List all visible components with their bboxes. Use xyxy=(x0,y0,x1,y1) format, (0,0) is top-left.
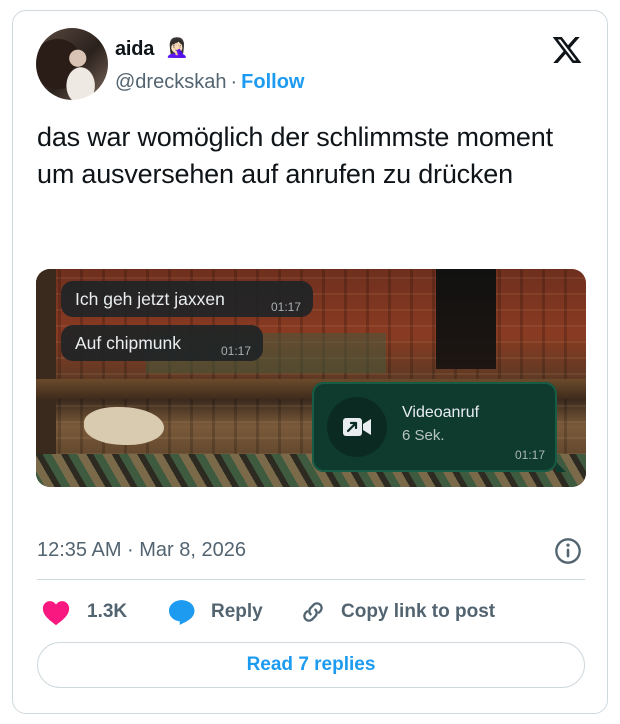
read-replies-button[interactable]: Read 7 replies xyxy=(37,642,585,688)
call-time: 01:17 xyxy=(514,448,545,462)
like-count: 1.3K xyxy=(87,601,128,622)
chat-message-text: Auf chipmunk xyxy=(75,333,182,353)
tweet-text: das war womöglich der schlimmste moment … xyxy=(37,122,553,189)
chat-message-time: 01:17 xyxy=(220,344,251,358)
x-logo-icon[interactable] xyxy=(550,34,584,66)
chat-message-bubble: Ich geh jetzt jaxxen 01:17 xyxy=(61,281,313,317)
background-door xyxy=(436,269,496,369)
video-call-bubble: Videoanruf 6 Sek. 01:17 xyxy=(312,382,566,472)
avatar[interactable] xyxy=(36,28,108,100)
chat-message-text: Ich geh jetzt jaxxen xyxy=(75,289,225,309)
chat-message-time: 01:17 xyxy=(270,300,301,314)
separator-dot: · xyxy=(230,71,238,93)
author-display-name[interactable]: aida xyxy=(115,38,154,61)
divider xyxy=(37,579,585,580)
speech-bubble-icon xyxy=(169,600,195,625)
tweet-media-image[interactable]: Ich geh jetzt jaxxen 01:17 Auf chipmunk … xyxy=(36,269,586,487)
call-duration: 6 Sek. xyxy=(402,427,445,444)
background-plaster xyxy=(84,407,164,445)
like-button[interactable]: 1.3K xyxy=(41,595,127,629)
call-title: Videoanruf xyxy=(402,404,480,421)
follow-button[interactable]: Follow xyxy=(241,71,304,93)
reply-label: Reply xyxy=(211,601,263,622)
video-call-outgoing-icon xyxy=(327,397,387,457)
tweet-timestamp[interactable]: 12:35 AM · Mar 8, 2026 xyxy=(37,539,246,562)
author-handle-row: @dreckskah · Follow xyxy=(115,71,304,94)
copy-link-label: Copy link to post xyxy=(341,601,496,622)
tweet-embed-card: aida 🤦🏻‍♀️ @dreckskah · Follow das war wom… xyxy=(12,10,608,714)
reply-button[interactable]: Reply xyxy=(167,595,263,629)
copy-link-button[interactable]: Copy link to post xyxy=(299,595,495,629)
info-icon[interactable] xyxy=(554,537,582,565)
link-icon xyxy=(303,602,323,622)
author-handle[interactable]: @dreckskah xyxy=(115,71,226,93)
facepalm-emoji-icon: 🤦🏻‍♀️ xyxy=(165,38,189,59)
chat-message-bubble: Auf chipmunk 01:17 xyxy=(61,325,263,361)
heart-icon xyxy=(42,601,70,626)
